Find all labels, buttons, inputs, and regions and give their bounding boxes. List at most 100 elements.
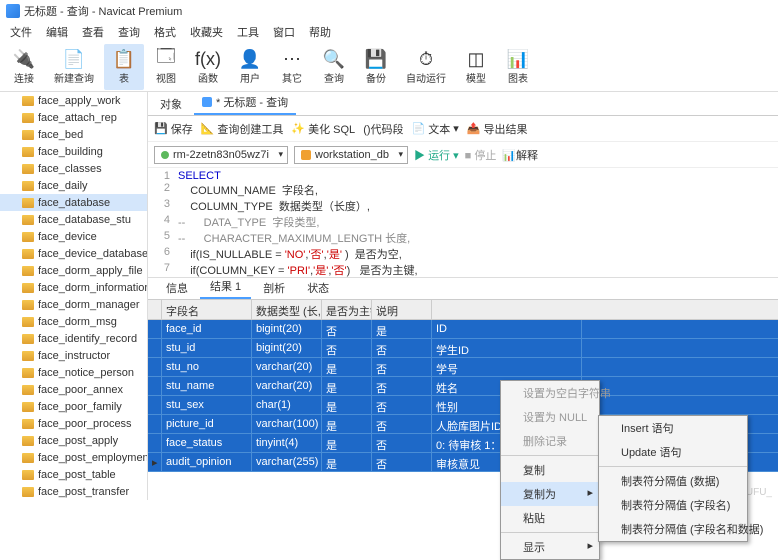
run-button[interactable]: ▶ 运行 ▾ xyxy=(414,147,459,163)
db-select[interactable]: workstation_db xyxy=(294,146,408,164)
sidebar-item[interactable]: face_poor_annex xyxy=(0,381,147,398)
tab[interactable]: 对象 xyxy=(152,93,190,115)
menu-item[interactable]: Update 语句 xyxy=(599,440,747,464)
toolbar-表[interactable]: 📋表 xyxy=(104,44,144,90)
menu-item[interactable]: 复制 xyxy=(501,458,599,482)
app-icon xyxy=(6,4,20,18)
result-tab[interactable]: 剖析 xyxy=(253,277,295,299)
menu-查看[interactable]: 查看 xyxy=(76,22,110,42)
tab[interactable]: * 无标题 - 查询 xyxy=(194,91,296,115)
snippet-button[interactable]: ()代码段 xyxy=(363,121,403,137)
table-row[interactable]: stu_namevarchar(20)是否姓名 xyxy=(148,377,778,396)
menu-文件[interactable]: 文件 xyxy=(4,22,38,42)
context-menu: 设置为空白字符串设置为 NULL删除记录复制复制为粘贴显示 xyxy=(500,380,600,560)
sidebar: face_apply_workface_attach_repface_bedfa… xyxy=(0,92,148,500)
col-header[interactable] xyxy=(148,300,162,319)
query-toolbar: 💾 保存 📐 查询创建工具 ✨ 美化 SQL ()代码段 📄 文本 ▾ 📤 导出… xyxy=(148,116,778,142)
col-header[interactable]: 数据类型 (长,是否为空 xyxy=(252,300,322,319)
menubar: 文件编辑查看查询格式收藏夹工具窗口帮助 xyxy=(0,22,778,42)
table-row[interactable]: stu_novarchar(20)是否学号 xyxy=(148,358,778,377)
menu-窗口[interactable]: 窗口 xyxy=(267,22,301,42)
sidebar-item[interactable]: face_bed xyxy=(0,126,147,143)
toolbar-函数[interactable]: f(x)函数 xyxy=(188,44,228,90)
result-tab[interactable]: 状态 xyxy=(297,277,339,299)
sidebar-item[interactable]: face_poor_process xyxy=(0,415,147,432)
toolbar-查询[interactable]: 🔍查询 xyxy=(314,44,354,90)
sidebar-item[interactable]: face_poor_family xyxy=(0,398,147,415)
menu-item[interactable]: 粘贴 xyxy=(501,506,599,530)
sidebar-item[interactable]: face_building xyxy=(0,143,147,160)
toolbar-模型[interactable]: ◫模型 xyxy=(456,44,496,90)
menu-工具[interactable]: 工具 xyxy=(231,22,265,42)
sidebar-item[interactable]: face_device_database xyxy=(0,245,147,262)
query-builder-button[interactable]: 📐 查询创建工具 xyxy=(201,121,284,137)
sidebar-item[interactable]: face_attach_rep xyxy=(0,109,147,126)
stop-button[interactable]: ■ 停止 xyxy=(465,147,497,163)
sidebar-item[interactable]: face_apply_work xyxy=(0,92,147,109)
result-tab[interactable]: 信息 xyxy=(156,277,198,299)
explain-button[interactable]: 📊解释 xyxy=(502,147,538,163)
sidebar-item[interactable]: face_daily xyxy=(0,177,147,194)
table-row[interactable]: stu_sexchar(1)是否性别 xyxy=(148,396,778,415)
table-icon xyxy=(22,96,34,106)
menu-编辑[interactable]: 编辑 xyxy=(40,22,74,42)
table-icon xyxy=(22,385,34,395)
menu-item[interactable]: 复制为 xyxy=(501,482,599,506)
toolbar-自动运行[interactable]: ⏱自动运行 xyxy=(398,44,454,90)
result-tabs: 信息结果 1剖析状态 xyxy=(148,278,778,300)
sidebar-item[interactable]: face_instructor xyxy=(0,347,147,364)
menu-item[interactable]: 制表符分隔值 (数据) xyxy=(599,469,747,493)
menu-item[interactable]: 设置为空白字符串 xyxy=(501,381,599,405)
table-icon xyxy=(22,198,34,208)
menu-item[interactable]: 删除记录 xyxy=(501,429,599,453)
table-icon xyxy=(22,283,34,293)
sidebar-item[interactable]: face_post_table xyxy=(0,466,147,483)
toolbar-视图[interactable]: 🗔视图 xyxy=(146,44,186,90)
sidebar-item[interactable]: face_post_apply xyxy=(0,432,147,449)
col-header[interactable]: 说明 xyxy=(372,300,432,319)
sql-editor[interactable]: 1SELECT2 COLUMN_NAME 字段名,3 COLUMN_TYPE 数… xyxy=(148,168,778,278)
table-icon xyxy=(22,300,34,310)
toolbar-其它[interactable]: ⋯其它 xyxy=(272,44,312,90)
menu-item[interactable]: Insert 语句 xyxy=(599,416,747,440)
table-row[interactable]: face_idbigint(20)否是ID xyxy=(148,320,778,339)
sidebar-item[interactable]: face_classes xyxy=(0,160,147,177)
sidebar-item[interactable]: face_notice_person xyxy=(0,364,147,381)
toolbar-连接[interactable]: 🔌连接 xyxy=(4,44,44,90)
sidebar-item[interactable]: face_database_stu xyxy=(0,211,147,228)
menu-item[interactable]: 设置为 NULL xyxy=(501,405,599,429)
table-row[interactable]: stu_idbigint(20)否否学生ID xyxy=(148,339,778,358)
menu-item[interactable]: 制表符分隔值 (字段名和数据) xyxy=(599,517,747,541)
beautify-button[interactable]: ✨ 美化 SQL xyxy=(291,121,355,137)
sidebar-item[interactable]: face_dorm_manager xyxy=(0,296,147,313)
menu-收藏夹[interactable]: 收藏夹 xyxy=(184,22,229,42)
result-tab[interactable]: 结果 1 xyxy=(200,275,251,299)
sidebar-item[interactable]: face_dorm_msg xyxy=(0,313,147,330)
table-icon xyxy=(22,130,34,140)
sidebar-item[interactable]: face_identify_record xyxy=(0,330,147,347)
toolbar-备份[interactable]: 💾备份 xyxy=(356,44,396,90)
sidebar-item[interactable]: face_device xyxy=(0,228,147,245)
toolbar-新建查询[interactable]: 📄新建查询 xyxy=(46,44,102,90)
sidebar-item[interactable]: face_post_employment xyxy=(0,449,147,466)
export-button[interactable]: 📤 导出结果 xyxy=(467,121,528,137)
table-icon xyxy=(22,215,34,225)
toolbar-图表[interactable]: 📊图表 xyxy=(498,44,538,90)
menu-item[interactable]: 制表符分隔值 (字段名) xyxy=(599,493,747,517)
text-button[interactable]: 📄 文本 ▾ xyxy=(412,121,459,137)
context-submenu: Insert 语句Update 语句制表符分隔值 (数据)制表符分隔值 (字段名… xyxy=(598,415,748,542)
sidebar-item[interactable]: face_dorm_apply_file xyxy=(0,262,147,279)
sidebar-item[interactable]: face_dorm_information xyxy=(0,279,147,296)
menu-帮助[interactable]: 帮助 xyxy=(303,22,337,42)
table-icon xyxy=(22,164,34,174)
menu-格式[interactable]: 格式 xyxy=(148,22,182,42)
menu-查询[interactable]: 查询 xyxy=(112,22,146,42)
sidebar-item[interactable]: face_database xyxy=(0,194,147,211)
col-header[interactable]: 是否为主键 xyxy=(322,300,372,319)
menu-item[interactable]: 显示 xyxy=(501,535,599,559)
sidebar-item[interactable]: face_post_transfer xyxy=(0,483,147,500)
col-header[interactable]: 字段名 xyxy=(162,300,252,319)
server-select[interactable]: rm-2zetn83n05wz7i xyxy=(154,146,288,164)
save-button[interactable]: 💾 保存 xyxy=(154,121,193,137)
toolbar-用户[interactable]: 👤用户 xyxy=(230,44,270,90)
